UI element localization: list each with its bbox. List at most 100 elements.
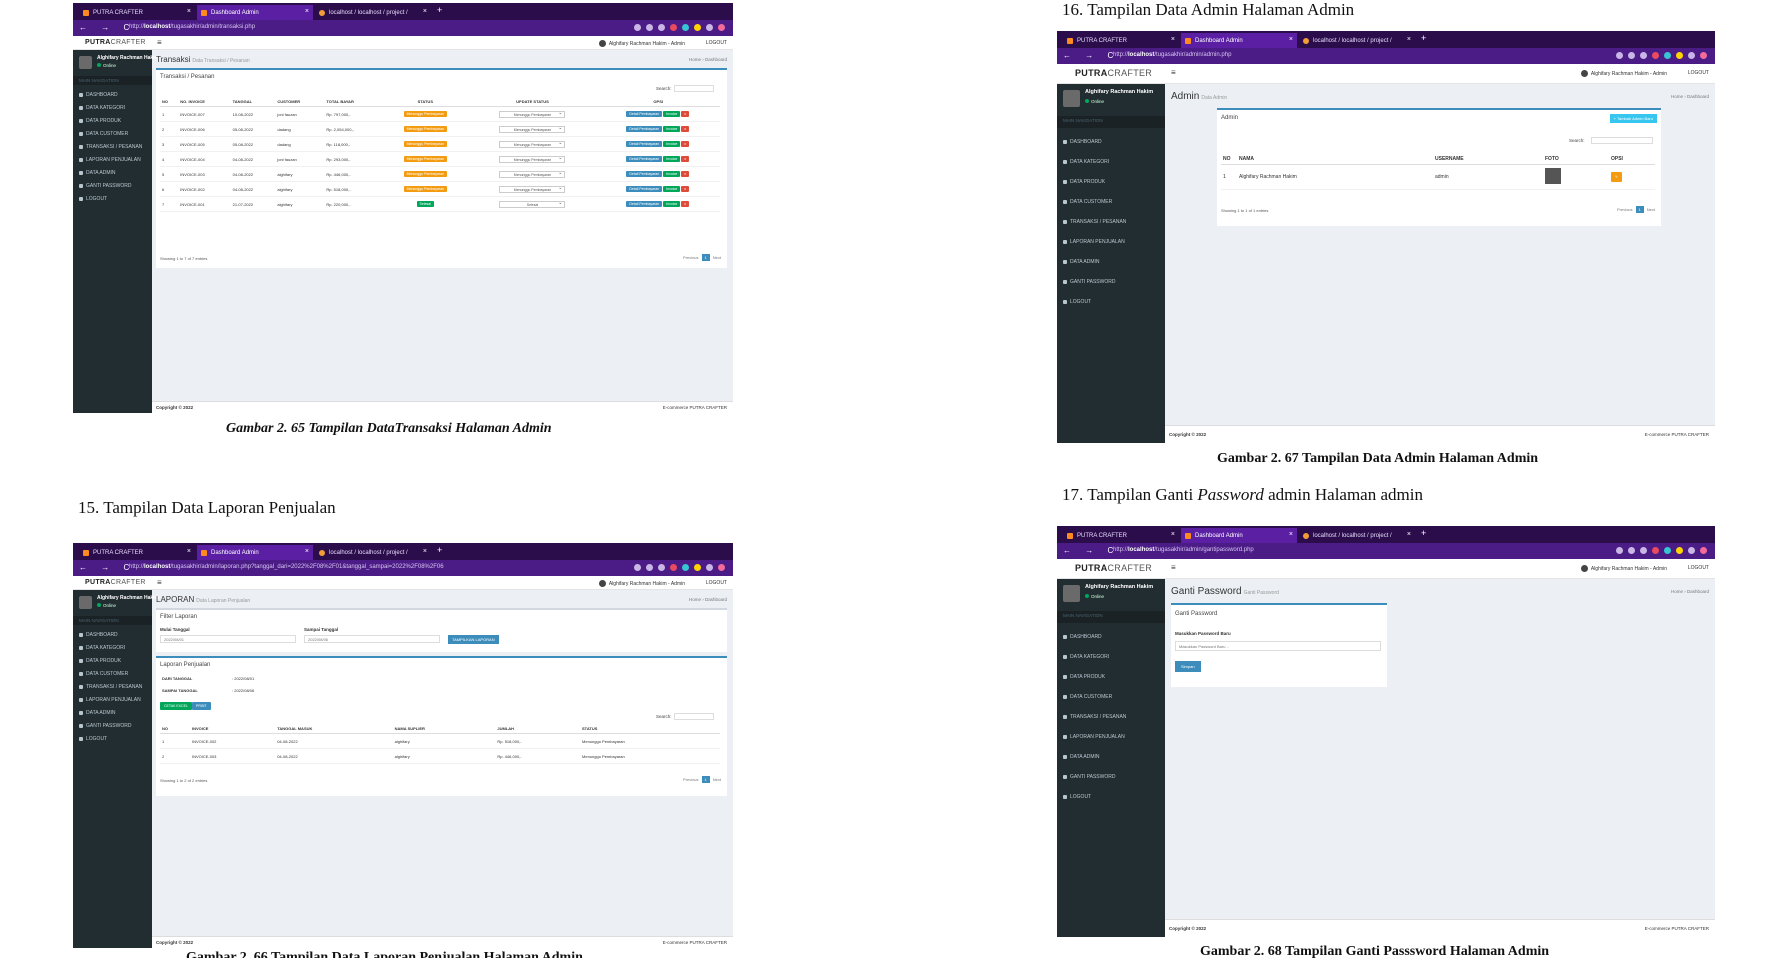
browser-tab[interactable]: PUTRA CRAFTER × — [1063, 33, 1179, 48]
logout-link[interactable]: LOGOUT — [706, 580, 727, 586]
new-tab-icon[interactable]: + — [437, 5, 442, 15]
invoice-button[interactable]: Invoice — [663, 201, 681, 207]
sidebar-item[interactable]: DATA PRODUK — [1057, 172, 1165, 192]
sidebar-item[interactable]: LAPORAN PENJUALAN — [1057, 727, 1165, 747]
extension-icons[interactable] — [634, 564, 725, 571]
logout-link[interactable]: LOGOUT — [706, 40, 727, 46]
search-input[interactable] — [1591, 137, 1653, 144]
invoice-button[interactable]: Invoice — [663, 111, 681, 117]
pagination[interactable]: Previous 1 Next — [683, 776, 721, 783]
save-button[interactable]: Simpan — [1175, 661, 1201, 672]
sidebar-item[interactable]: DATA ADMIN — [73, 706, 152, 719]
sidebar-item[interactable]: DATA KATEGORI — [73, 641, 152, 654]
url-field[interactable]: http://localhost/tugasakhir/admin/gantip… — [1113, 547, 1254, 553]
sidebar-item[interactable]: TRANSAKSI / PESANAN — [1057, 212, 1165, 232]
extension-icons[interactable] — [634, 24, 725, 31]
invoice-button[interactable]: Invoice — [663, 171, 681, 177]
browser-tab[interactable]: localhost / localhost / project / × — [315, 545, 431, 560]
sidebar-item[interactable]: DATA ADMIN — [1057, 252, 1165, 272]
sidebar-item[interactable]: DATA KATEGORI — [1057, 647, 1165, 667]
date-to-input[interactable]: 2022/08/06 — [304, 635, 440, 643]
close-icon[interactable]: × — [1171, 36, 1175, 43]
sidebar-item[interactable]: DASHBOARD — [1057, 627, 1165, 647]
search-input[interactable] — [674, 85, 714, 92]
delete-button[interactable]: x — [681, 156, 690, 162]
status-select[interactable]: Menunggu Pembayaran — [499, 140, 566, 148]
sidebar-item[interactable]: TRANSAKSI / PESANAN — [73, 680, 152, 693]
close-icon[interactable]: × — [1289, 531, 1293, 538]
sidebar-item[interactable]: DATA ADMIN — [1057, 747, 1165, 767]
sidebar-item[interactable]: LAPORAN PENJUALAN — [73, 153, 152, 166]
logo[interactable]: PUTRACRAFTER — [85, 39, 146, 46]
sidebar-item[interactable]: LOGOUT — [1057, 787, 1165, 807]
url-field[interactable]: http://localhost/tugasakhir/admin/admin.… — [1113, 52, 1231, 58]
sidebar-item[interactable]: DASHBOARD — [1057, 132, 1165, 152]
status-select[interactable]: Menunggu Pembayaran — [499, 125, 566, 133]
browser-tab[interactable]: localhost / localhost / project / × — [1299, 33, 1415, 48]
logout-link[interactable]: LOGOUT — [1688, 565, 1709, 571]
invoice-button[interactable]: Invoice — [663, 141, 681, 147]
sidebar-item[interactable]: DATA CUSTOMER — [73, 667, 152, 680]
detail-payment-button[interactable]: Detail Pembayaran — [626, 156, 663, 162]
sidebar-item[interactable]: DATA CUSTOMER — [1057, 192, 1165, 212]
sidebar-item[interactable]: DATA PRODUK — [73, 654, 152, 667]
header-user[interactable]: Alghifary Rachman Hakim - Admin — [1580, 565, 1667, 572]
browser-tab-active[interactable]: Dashboard Admin × — [197, 545, 313, 560]
browser-tab-active[interactable]: Dashboard Admin × — [1181, 528, 1297, 543]
header-user[interactable]: Alghifary Rachman Hakim - Admin — [1580, 70, 1667, 77]
sidebar-item[interactable]: LAPORAN PENJUALAN — [73, 693, 152, 706]
sidebar-item[interactable]: DASHBOARD — [73, 628, 152, 641]
url-field[interactable]: http://localhost/tugasakhir/admin/transa… — [129, 24, 255, 30]
pagination[interactable]: Previous 1 Next — [683, 254, 721, 261]
invoice-button[interactable]: Invoice — [663, 156, 681, 162]
sidebar-item[interactable]: GANTI PASSWORD — [73, 179, 152, 192]
detail-payment-button[interactable]: Detail Pembayaran — [626, 186, 663, 192]
menu-toggle-icon[interactable]: ≡ — [157, 38, 162, 47]
close-icon[interactable]: × — [305, 8, 309, 15]
url-field[interactable]: http://localhost/tugasakhir/admin/lapora… — [129, 564, 444, 570]
invoice-button[interactable]: Invoice — [663, 186, 681, 192]
invoice-button[interactable]: Invoice — [663, 126, 681, 132]
sidebar-item[interactable]: GANTI PASSWORD — [1057, 767, 1165, 787]
menu-toggle-icon[interactable]: ≡ — [1171, 563, 1176, 572]
logo[interactable]: PUTRACRAFTER — [1075, 563, 1152, 573]
pagination[interactable]: Previous 1 Next — [1617, 206, 1655, 213]
menu-toggle-icon[interactable]: ≡ — [157, 578, 162, 587]
detail-payment-button[interactable]: Detail Pembayaran — [626, 201, 663, 207]
browser-tab[interactable]: PUTRA CRAFTER × — [79, 5, 195, 20]
print-button[interactable]: PRINT — [192, 702, 211, 710]
sidebar-item[interactable]: LOGOUT — [73, 732, 152, 745]
new-tab-icon[interactable]: + — [1421, 528, 1426, 538]
add-admin-button[interactable]: + Tambah Admin Baru — [1609, 114, 1657, 123]
sidebar-item[interactable]: DATA KATEGORI — [1057, 152, 1165, 172]
sidebar-item[interactable]: TRANSAKSI / PESANAN — [1057, 707, 1165, 727]
search-input[interactable] — [674, 713, 714, 720]
delete-button[interactable]: x — [681, 186, 690, 192]
status-select[interactable]: Menunggu Pembayaran — [499, 110, 566, 118]
detail-payment-button[interactable]: Detail Pembayaran — [626, 111, 663, 117]
sidebar-item[interactable]: DATA ADMIN — [73, 166, 152, 179]
nav-buttons[interactable]: ← → C — [79, 23, 135, 32]
logo[interactable]: PUTRACRAFTER — [1075, 68, 1152, 78]
delete-button[interactable]: x — [681, 201, 690, 207]
extension-icons[interactable] — [1616, 52, 1707, 59]
detail-payment-button[interactable]: Detail Pembayaran — [626, 171, 663, 177]
sidebar-item[interactable]: DATA CUSTOMER — [1057, 687, 1165, 707]
delete-button[interactable]: x — [681, 171, 690, 177]
sidebar-item[interactable]: GANTI PASSWORD — [73, 719, 152, 732]
status-select[interactable]: Menunggu Pembayaran — [499, 155, 566, 163]
extension-icons[interactable] — [1616, 547, 1707, 554]
breadcrumb[interactable]: Home › Dashboard — [689, 57, 727, 62]
sidebar-item[interactable]: TRANSAKSI / PESANAN — [73, 140, 152, 153]
sidebar-item[interactable]: LOGOUT — [73, 192, 152, 205]
new-password-input[interactable]: Masukkan Password Baru .. — [1175, 641, 1381, 651]
status-select[interactable]: Menunggu Pembayaran — [499, 185, 566, 193]
date-from-input[interactable]: 2022/08/01 — [160, 635, 296, 643]
sidebar-item[interactable]: DATA PRODUK — [73, 114, 152, 127]
browser-tab-active[interactable]: Dashboard Admin × — [197, 5, 313, 20]
close-icon[interactable]: × — [1171, 531, 1175, 538]
sidebar-item[interactable]: LOGOUT — [1057, 292, 1165, 312]
delete-button[interactable]: x — [681, 111, 690, 117]
close-icon[interactable]: × — [423, 548, 427, 555]
detail-payment-button[interactable]: Detail Pembayaran — [626, 141, 663, 147]
